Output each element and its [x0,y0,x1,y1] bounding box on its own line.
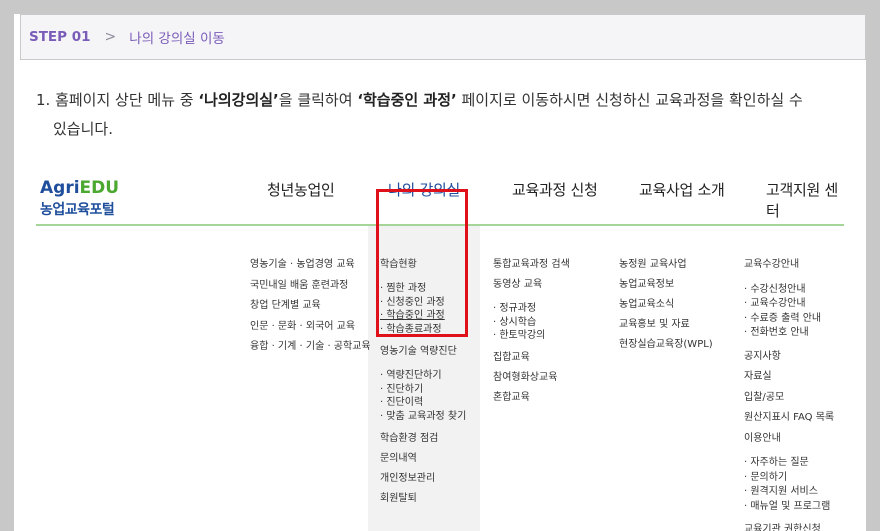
youth-farmer-submenu: 영농기술 · 농업경영 교육 국민내일 배움 훈련과정 창업 단계별 교육 인문 · … [250,255,371,358]
chevron-right-icon: > [104,29,117,45]
instruction-text: 1. 홈페이지 상단 메뉴 중 ‘나의강의실’을 클릭하여 ‘학습중인 과정’ … [36,86,836,144]
business-menu-item[interactable]: 농업교육소식 [619,295,713,315]
youth-menu-item[interactable]: 인문 · 문화 · 외국어 교육 [250,317,371,338]
classroom-menu-item[interactable]: · 진단하기 [380,383,466,397]
youth-menu-item[interactable]: 창업 단계별 교육 [250,296,371,317]
courses-menu-item[interactable]: 참여형화상교육 [493,368,570,388]
nav-education-business[interactable]: 교육사업 소개 [639,179,725,200]
support-menu-item[interactable]: 교육기관 권한신청 [744,520,834,531]
support-menu-item[interactable]: · 문의하기 [744,471,834,486]
instruction-menu-name: ‘나의강의실’ [198,91,279,109]
classroom-menu-item[interactable]: · 맞춤 교육과정 찾기 [380,410,466,424]
youth-menu-item[interactable]: 영농기술 · 농업경영 교육 [250,255,371,276]
logo-agri: Agri [40,178,80,198]
instruction-line2: 있습니다. [53,120,113,138]
courses-menu-item[interactable]: 동영상 교육 [493,275,570,295]
guide-panel: STEP 01 > 나의 강의실 이동 1. 홈페이지 상단 메뉴 중 ‘나의강… [14,14,866,531]
classroom-menu-item[interactable]: 회원탈퇴 [380,489,466,509]
support-menu-item[interactable]: 입찰/공모 [744,388,834,409]
business-menu-item[interactable]: 농업교육정보 [619,275,713,295]
support-menu-item[interactable]: · 전화번호 안내 [744,326,834,341]
step-header: STEP 01 > 나의 강의실 이동 [20,14,866,60]
support-menu-item[interactable]: 공지사항 [744,347,834,368]
support-menu-item[interactable]: · 교육수강안내 [744,297,834,312]
classroom-menu-item[interactable]: 영농기술 역량진단 [380,342,466,362]
course-application-submenu: 통합교육과정 검색 동영상 교육 · 정규과정 · 상시학습 · 한토막강의집합교육 참여… [493,255,570,408]
education-business-submenu: 농정원 교육사업 농업교육정보 농업교육소식 교육홍보 및 자료 현장실습교육장(WPL… [619,255,713,355]
business-menu-item[interactable]: 농정원 교육사업 [619,255,713,275]
business-menu-item[interactable]: 현장실습교육장(WPL) [619,335,713,355]
courses-menu-item[interactable]: · 한토막강의 [493,329,570,343]
courses-menu-item[interactable]: 집합교육 [493,348,570,368]
instruction-middle: 을 클릭하여 [278,91,358,109]
courses-menu-item[interactable]: · 정규과정 [493,302,570,316]
support-menu-item[interactable]: · 수강신청안내 [744,283,834,298]
classroom-menu-item[interactable]: 문의내역 [380,449,466,469]
support-menu-item[interactable]: 교육수강안내 [744,255,834,276]
support-menu-item[interactable]: 원산지표시 FAQ 목록 [744,408,834,429]
customer-support-submenu: 교육수강안내 · 수강신청안내 · 교육수강안내 · 수료증 출력 안내 · 전화번호 … [744,255,834,531]
nav-youth-farmer[interactable]: 청년농업인 [267,179,335,200]
instruction-page-name: ‘학습중인 과정’ [357,91,457,109]
step-number: STEP 01 [29,29,91,45]
support-menu-item[interactable]: · 자주하는 질문 [744,456,834,471]
instruction-line1: 1. 홈페이지 상단 메뉴 중 ‘나의강의실’을 클릭하여 ‘학습중인 과정’ … [36,86,836,115]
instruction-suffix: 페이지로 이동하시면 신청하신 교육과정을 확인하실 수 [456,91,803,109]
nav-customer-support[interactable]: 고객지원 센터 [766,179,848,221]
classroom-menu-item[interactable]: 개인정보관리 [380,469,466,489]
business-menu-item[interactable]: 교육홍보 및 자료 [619,315,713,335]
support-menu-item[interactable]: · 매뉴얼 및 프로그램 [744,500,834,515]
youth-menu-item[interactable]: 융합 · 기계 · 기술 · 공학교육 [250,337,371,358]
support-menu-item[interactable]: 이용안내 [744,429,834,450]
courses-menu-item[interactable]: · 상시학습 [493,316,570,330]
courses-menu-item[interactable]: 통합교육과정 검색 [493,255,570,275]
classroom-menu-item[interactable]: 학습환경 점검 [380,429,466,449]
agriedu-logo[interactable]: AgriEDU 농업교육포털 [40,178,119,219]
support-menu-item[interactable]: · 원격지원 서비스 [744,485,834,500]
logo-subtitle: 농업교육포털 [40,202,115,218]
nav-course-application[interactable]: 교육과정 신청 [512,179,598,200]
highlight-box [376,189,468,337]
site-menu-screenshot: AgriEDU 농업교육포털 청년농업인 나의 강의실 교육과정 신청 교육사업… [36,164,848,531]
courses-menu-item[interactable]: 혼합교육 [493,388,570,408]
step-title: 나의 강의실 이동 [129,31,225,47]
classroom-menu-item[interactable]: · 역량진단하기 [380,369,466,383]
instruction-prefix: 1. 홈페이지 상단 메뉴 중 [36,91,199,109]
classroom-menu-item[interactable]: · 진단이력 [380,396,466,410]
logo-edu: EDU [79,178,120,198]
youth-menu-item[interactable]: 국민내일 배움 훈련과정 [250,276,371,297]
support-menu-item[interactable]: 자료실 [744,367,834,388]
support-menu-item[interactable]: · 수료증 출력 안내 [744,312,834,327]
